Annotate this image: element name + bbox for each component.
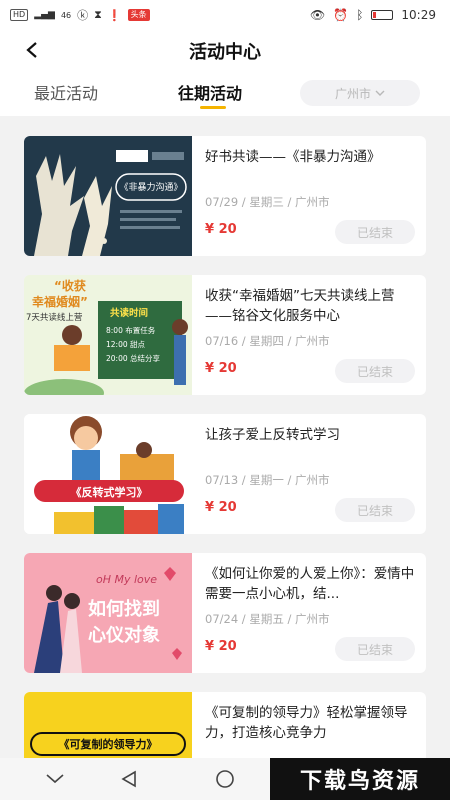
activity-price: ¥ 20: [205, 500, 237, 515]
status-bar: HD ▂▄▆ 46 ⓚ ⧗ ❗ 头条 👁 ⏰ ᛒ 10:29: [0, 0, 450, 30]
alarm-icon: ⏰: [333, 8, 349, 22]
activity-card[interactable]: 《反转式学习》 让孩子爱上反转式学习 07/13 / 星期一 / 广州市 ¥ 2…: [24, 414, 426, 534]
activity-meta: 07/16 / 星期四 / 广州市: [205, 334, 330, 348]
page-header: 活动中心: [0, 30, 450, 70]
thumbnail-text: 《非暴力沟通》: [119, 183, 183, 193]
thumbnail-heading: 如何找到: [88, 599, 160, 620]
schedule-row: 20:00 总结分享: [106, 354, 160, 363]
activity-title: 收获“幸福婚姻”七天共读线上营——铭谷文化服务中心: [205, 288, 395, 324]
thumbnail-heading-2: 心仪对象: [88, 625, 160, 646]
tab-past[interactable]: 往期活动: [178, 80, 242, 104]
activity-meta: 07/13 / 星期一 / 广州市: [205, 473, 330, 487]
activity-thumbnail: “收获 幸福婚姻” 7天共读线上营 共读时间 8:00 布置任务 12:00 甜…: [24, 275, 192, 395]
activity-card[interactable]: oH My love 如何找到 心仪对象 《如何让你爱的人爱上你》：爱情中需要一…: [24, 553, 426, 673]
thumbnail-heading-2: 幸福婚姻”: [32, 295, 88, 309]
toutiao-badge: 头条: [127, 9, 150, 21]
signal-icon: ▂▄▆: [34, 10, 55, 20]
activity-price: ¥ 20: [205, 639, 237, 654]
activity-title: 让孩子爱上反转式学习: [205, 427, 340, 443]
app-icon: ⓚ: [77, 9, 89, 22]
back-triangle-icon[interactable]: [116, 766, 142, 792]
activity-list: 《非暴力沟通》 好书共读——《非暴力沟通》 07/29 / 星期三 / 广州市 …: [0, 116, 450, 758]
activity-meta: 07/29 / 星期三 / 广州市: [205, 195, 330, 209]
activity-price: ¥ 20: [205, 222, 237, 237]
ended-button[interactable]: 已结束: [335, 220, 415, 244]
hourglass-icon: ⧗: [94, 8, 102, 21]
activity-thumbnail: 《反转式学习》: [24, 414, 192, 534]
thumbnail-tagline: oH My love: [96, 573, 158, 586]
activity-price: ¥ 20: [205, 361, 237, 376]
alert-icon: ❗: [107, 8, 122, 22]
status-right: 👁 ⏰ ᛒ 10:29: [310, 8, 436, 22]
activity-title: 《可复制的领导力》轻松掌握领导力，打造核心竞争力: [205, 705, 408, 741]
activity-card[interactable]: 《非暴力沟通》 好书共读——《非暴力沟通》 07/29 / 星期三 / 广州市 …: [24, 136, 426, 256]
status-time: 10:29: [401, 8, 436, 22]
chevron-down-icon: [375, 90, 385, 96]
activity-thumbnail: 《可复制的领导力》: [24, 692, 192, 758]
home-circle-icon[interactable]: [212, 766, 238, 792]
activity-thumbnail: 《非暴力沟通》: [24, 136, 192, 256]
tabs-bar: 最近活动 往期活动 广州市: [0, 70, 450, 116]
activity-card[interactable]: “收获 幸福婚姻” 7天共读线上营 共读时间 8:00 布置任务 12:00 甜…: [24, 275, 426, 395]
active-tab-indicator: [200, 106, 226, 109]
schedule-row: 12:00 甜点: [106, 340, 145, 349]
ended-button[interactable]: 已结束: [335, 498, 415, 522]
thumbnail-text: 《反转式学习》: [70, 486, 148, 499]
thumbnail-heading: “收获: [54, 279, 86, 293]
collapse-chevron-icon[interactable]: [42, 766, 68, 792]
hd-indicator: HD: [10, 9, 29, 21]
city-select[interactable]: 广州市: [300, 80, 420, 106]
eye-icon: 👁: [310, 8, 326, 22]
thumbnail-subtitle: 7天共读线上营: [26, 313, 83, 323]
ended-button[interactable]: 已结束: [335, 359, 415, 383]
watermark: 下载鸟资源: [270, 758, 450, 800]
page-title: 活动中心: [189, 42, 261, 63]
thumbnail-text: 《可复制的领导力》: [58, 738, 158, 751]
activity-title: 好书共读——《非暴力沟通》: [205, 149, 381, 165]
battery-icon: [371, 10, 394, 20]
network-indicator: 46: [60, 10, 72, 20]
schedule-board-title: 共读时间: [110, 308, 149, 319]
bluetooth-icon: ᛒ: [356, 8, 364, 22]
schedule-row: 8:00 布置任务: [106, 326, 156, 335]
activity-card[interactable]: 《可复制的领导力》 《可复制的领导力》轻松掌握领导力，打造核心竞争力: [24, 692, 426, 758]
ended-button[interactable]: 已结束: [335, 637, 415, 661]
activity-meta: 07/24 / 星期五 / 广州市: [205, 612, 330, 626]
activity-title: 《如何让你爱的人爱上你》：爱情中需要一点小心机，结...: [205, 566, 415, 602]
tab-recent[interactable]: 最近活动: [34, 80, 98, 104]
city-select-value: 广州市: [334, 86, 371, 101]
activity-thumbnail: oH My love 如何找到 心仪对象: [24, 553, 192, 673]
status-indicators: HD ▂▄▆ 46 ⓚ ⧗ ❗ 头条: [10, 7, 150, 23]
